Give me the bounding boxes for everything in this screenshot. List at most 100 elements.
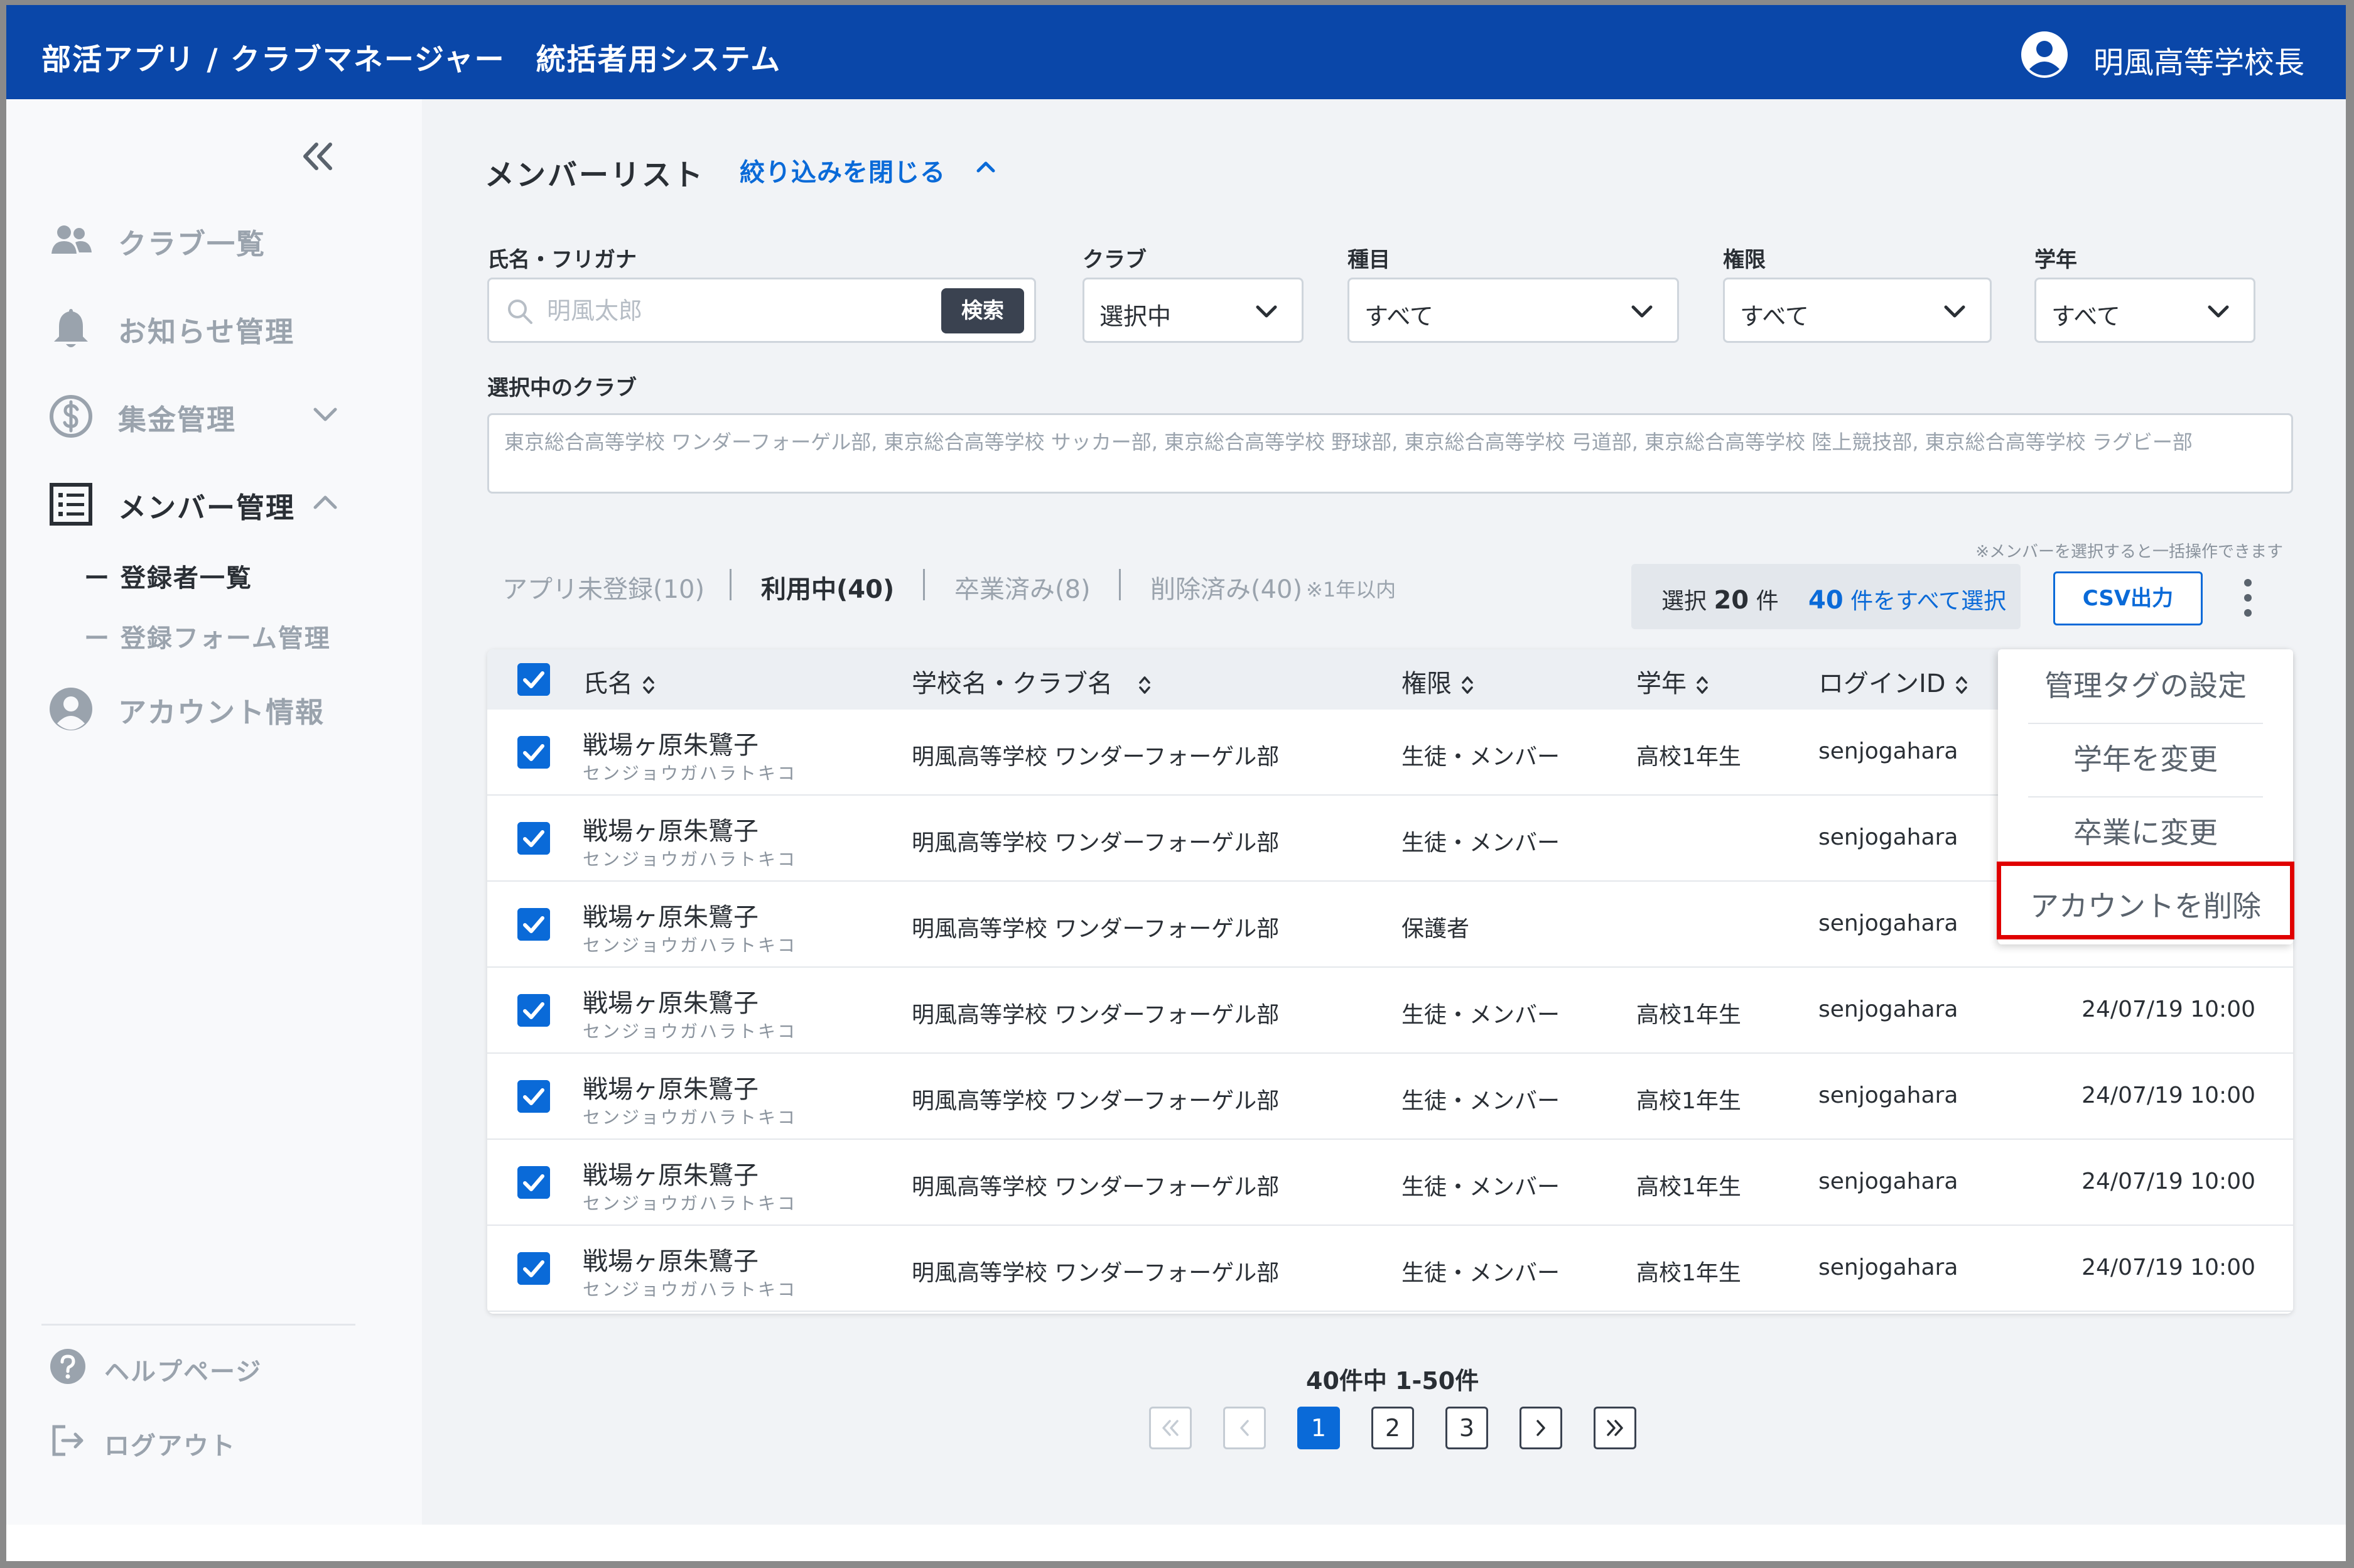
- csv-export-button[interactable]: CSV出力: [2053, 571, 2203, 625]
- member-name: 戦場ヶ原朱鷺子: [583, 989, 759, 1018]
- filter-toggle-link[interactable]: 絞り込みを閉じる: [740, 152, 946, 188]
- row-checkbox[interactable]: [517, 1252, 550, 1285]
- chevron-down-icon: [1256, 305, 1277, 318]
- search-button[interactable]: 検索: [941, 288, 1024, 333]
- chevron-up-icon: [313, 495, 337, 509]
- sort-icon: [1139, 676, 1150, 694]
- member-login-id: senjogahara: [1818, 1255, 1958, 1280]
- table-row[interactable]: 戦場ヶ原朱鷺子 センジョウガハラトキコ 明風高等学校 ワンダーフォーゲル部 生徒・メン…: [487, 1054, 2293, 1140]
- type-select[interactable]: すべて: [1347, 278, 1679, 343]
- prev-page-button[interactable]: [1223, 1407, 1266, 1449]
- tab-graduated[interactable]: 卒業済み(8): [954, 569, 1091, 605]
- row-checkbox[interactable]: [517, 908, 550, 941]
- sidebar-divider: [41, 1324, 355, 1326]
- sidebar-item-label: クラブ一覧: [118, 227, 266, 261]
- role-filter-label: 権限: [1723, 247, 1766, 273]
- member-club: 明風高等学校 ワンダーフォーゲル部: [912, 830, 1280, 856]
- member-role: 保護者: [1401, 916, 1470, 942]
- member-login-id: senjogahara: [1818, 1083, 1958, 1108]
- menu-item-change-grade[interactable]: 学年を変更: [1998, 723, 2293, 796]
- selected-count: 選択 20 件: [1661, 583, 1779, 615]
- tab-note: ※1年以内: [1306, 578, 1396, 602]
- sidebar-item-account[interactable]: アカウント情報: [41, 679, 393, 736]
- column-header-login[interactable]: ログインID: [1818, 663, 1968, 700]
- tab-active[interactable]: 利用中(40): [761, 569, 894, 605]
- page-button[interactable]: 1: [1297, 1407, 1340, 1449]
- chevron-down-icon: [2208, 305, 2229, 318]
- club-select[interactable]: 選択中: [1083, 278, 1304, 343]
- name-filter-label: 氏名・フリガナ: [487, 247, 637, 273]
- double-chevron-right-icon: [1607, 1420, 1623, 1436]
- member-login-id: senjogahara: [1818, 738, 1958, 764]
- column-header-club[interactable]: 学校名・クラブ名: [912, 663, 1152, 700]
- user-avatar-icon[interactable]: [2020, 30, 2069, 79]
- menu-item-mark-graduated[interactable]: 卒業に変更: [1998, 796, 2293, 870]
- selected-suffix: 件: [1756, 588, 1779, 614]
- member-kana: センジョウガハラトキコ: [583, 849, 797, 870]
- column-label: ログインID: [1818, 669, 1946, 698]
- selected-number: 20: [1714, 586, 1749, 615]
- sidebar-subitem-forms[interactable]: ー 登録フォーム管理: [84, 618, 331, 654]
- collapse-sidebar-icon[interactable]: [299, 141, 337, 172]
- row-checkbox[interactable]: [517, 994, 550, 1027]
- member-club: 明風高等学校 ワンダーフォーゲル部: [912, 1002, 1280, 1028]
- help-link[interactable]: ヘルプページ: [41, 1341, 355, 1392]
- member-grade: 高校1年生: [1636, 1174, 1741, 1200]
- sidebar-item-label: アカウント情報: [118, 696, 325, 729]
- column-label: 氏名: [583, 669, 633, 698]
- sort-icon: [1955, 676, 1967, 694]
- row-checkbox[interactable]: [517, 822, 550, 855]
- column-header-grade[interactable]: 学年: [1636, 663, 1709, 700]
- sidebar-item-notices[interactable]: お知らせ管理: [41, 299, 393, 355]
- chevron-down-icon: [313, 408, 337, 421]
- row-checkbox[interactable]: [517, 736, 550, 769]
- chevron-up-icon[interactable]: [973, 157, 998, 177]
- column-header-name[interactable]: 氏名: [583, 663, 656, 700]
- tab-separator: [1119, 569, 1121, 600]
- more-vertical-icon[interactable]: [2242, 578, 2254, 618]
- name-search-box: 検索: [487, 278, 1036, 343]
- member-grade: 高校1年生: [1636, 744, 1741, 770]
- grade-select[interactable]: すべて: [2034, 278, 2255, 343]
- role-select[interactable]: すべて: [1723, 278, 1992, 343]
- last-page-button[interactable]: [1594, 1407, 1636, 1449]
- row-checkbox[interactable]: [517, 1080, 550, 1113]
- grade-select-value: すべて: [2051, 303, 2120, 330]
- account-icon: [50, 688, 92, 730]
- tab-deleted[interactable]: 削除済み(40): [1150, 569, 1302, 605]
- member-kana: センジョウガハラトキコ: [583, 1021, 797, 1042]
- member-club: 明風高等学校 ワンダーフォーゲル部: [912, 1174, 1280, 1200]
- column-header-role[interactable]: 権限: [1401, 663, 1474, 700]
- tab-unregistered[interactable]: アプリ未登録(10): [502, 569, 705, 605]
- member-name: 戦場ヶ原朱鷺子: [583, 903, 759, 932]
- row-checkbox[interactable]: [517, 1166, 550, 1199]
- role-select-value: すべて: [1740, 303, 1809, 330]
- user-name[interactable]: 明風高等学校長: [2093, 38, 2304, 82]
- chevron-right-icon: [1536, 1420, 1545, 1436]
- member-kana: センジョウガハラトキコ: [583, 935, 797, 956]
- page-button[interactable]: 3: [1445, 1407, 1488, 1449]
- member-date: 24/07/19 10:00: [2081, 997, 2255, 1022]
- search-input[interactable]: [547, 293, 861, 328]
- sidebar-item-label: お知らせ管理: [118, 315, 295, 349]
- people-icon: [51, 225, 92, 254]
- select-all-link[interactable]: 40 件をすべて選択: [1808, 583, 2006, 615]
- sidebar-item-label: 集金管理: [118, 403, 237, 436]
- dollar-icon: [50, 395, 92, 438]
- sidebar-item-payments[interactable]: 集金管理: [41, 387, 393, 443]
- selected-clubs-text[interactable]: 東京総合高等学校 ワンダーフォーゲル部, 東京総合高等学校 サッカー部, 東京総…: [487, 413, 2293, 494]
- first-page-button[interactable]: [1149, 1407, 1192, 1449]
- member-grade: 高校1年生: [1636, 1002, 1741, 1028]
- sidebar-item-clubs[interactable]: クラブ一覧: [41, 211, 393, 268]
- table-row[interactable]: 戦場ヶ原朱鷺子 センジョウガハラトキコ 明風高等学校 ワンダーフォーゲル部 生徒・メン…: [487, 968, 2293, 1054]
- select-all-checkbox[interactable]: [517, 663, 550, 696]
- logout-link[interactable]: ログアウト: [41, 1415, 355, 1466]
- sidebar-subitem-registrants[interactable]: ー 登録者一覧: [84, 558, 252, 594]
- next-page-button[interactable]: [1520, 1407, 1562, 1449]
- sidebar-item-members[interactable]: メンバー管理: [41, 475, 393, 531]
- page-button[interactable]: 2: [1371, 1407, 1414, 1449]
- table-row[interactable]: 戦場ヶ原朱鷺子 センジョウガハラトキコ 明風高等学校 ワンダーフォーゲル部 生徒・メン…: [487, 1140, 2293, 1226]
- menu-item-set-tag[interactable]: 管理タグの設定: [1998, 649, 2293, 723]
- member-kana: センジョウガハラトキコ: [583, 1193, 797, 1214]
- table-row[interactable]: 戦場ヶ原朱鷺子 センジョウガハラトキコ 明風高等学校 ワンダーフォーゲル部 生徒・メン…: [487, 1226, 2293, 1312]
